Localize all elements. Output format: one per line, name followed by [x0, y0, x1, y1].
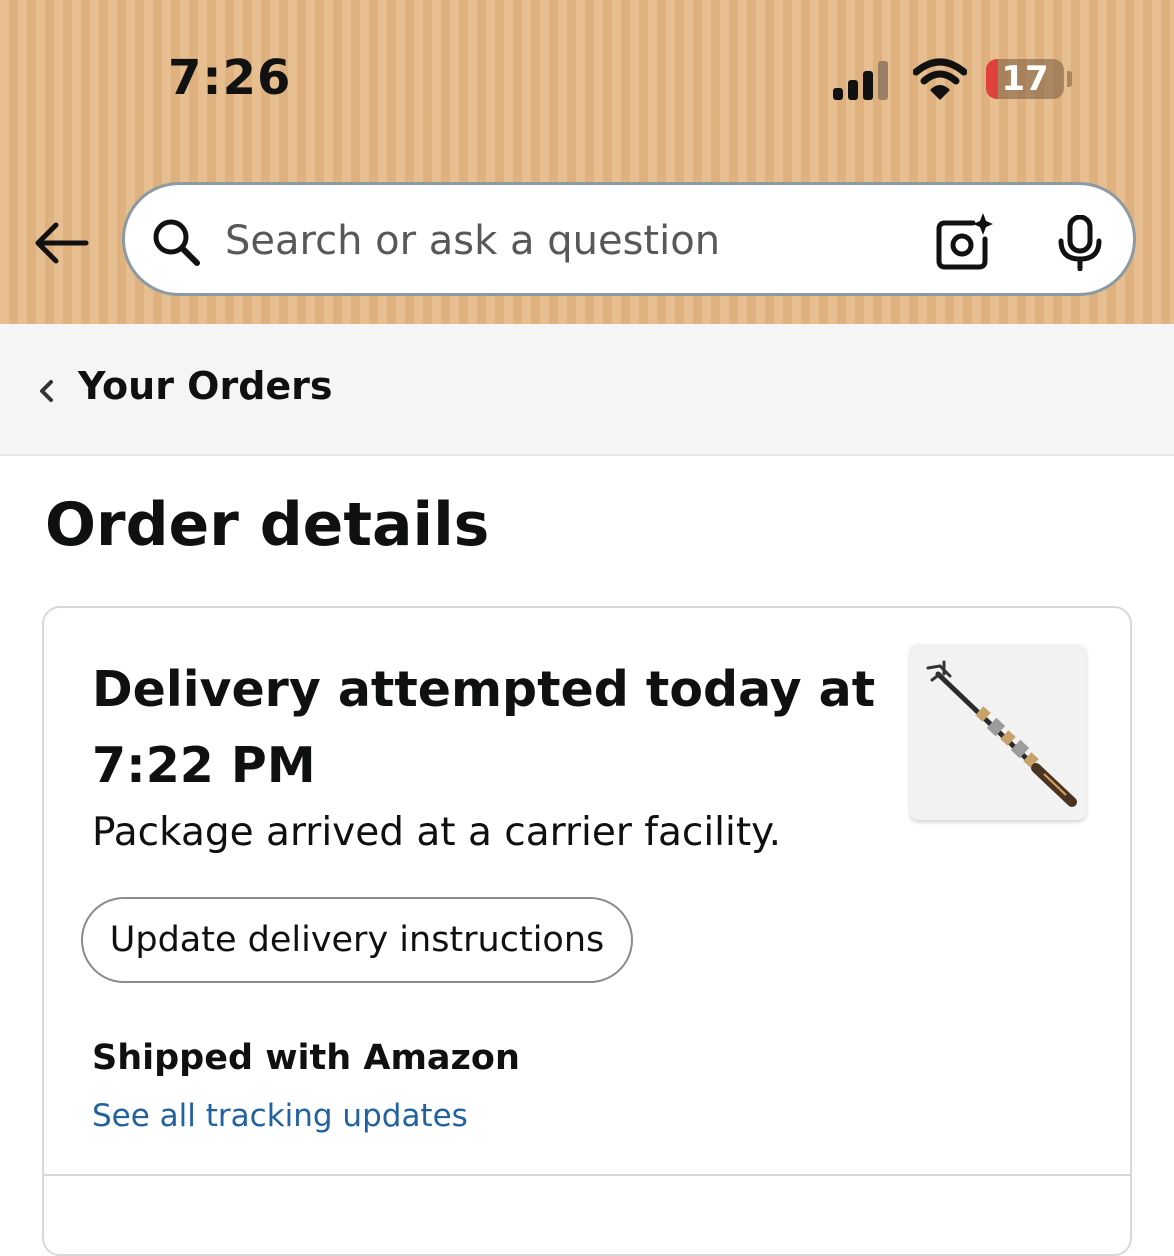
- delivery-status-detail: Package arrived at a carrier facility.: [92, 810, 782, 855]
- search-icon: [153, 219, 200, 266]
- product-thumbnail[interactable]: [910, 644, 1086, 820]
- shipped-with-label: Shipped with Amazon: [92, 1038, 520, 1078]
- cellular-signal-icon: [833, 61, 888, 100]
- app-header: 7:26 17: [0, 0, 1174, 324]
- search-input[interactable]: [225, 213, 905, 269]
- battery-indicator: 17: [986, 59, 1064, 99]
- page-title: Order details: [45, 490, 490, 560]
- breadcrumb-your-orders[interactable]: Your Orders: [0, 324, 1174, 456]
- back-arrow-icon[interactable]: [32, 220, 90, 266]
- card-divider: [44, 1174, 1130, 1176]
- status-bar-time: 7:26: [168, 50, 292, 106]
- camera-sparkle-icon[interactable]: [933, 211, 993, 271]
- microphone-icon[interactable]: [1055, 215, 1105, 271]
- battery-percent: 17: [1001, 59, 1049, 99]
- chevron-left-icon: [40, 380, 53, 402]
- see-all-tracking-updates-link[interactable]: See all tracking updates: [92, 1098, 468, 1134]
- fishing-rod-image: [926, 660, 1077, 807]
- order-status-card: Delivery attempted today at 7:22 PM Pack…: [42, 606, 1132, 1256]
- delivery-status-title: Delivery attempted today at 7:22 PM: [92, 661, 876, 794]
- battery-cap: [1067, 71, 1072, 87]
- breadcrumb-label: Your Orders: [78, 364, 333, 408]
- search-bar[interactable]: [122, 182, 1136, 296]
- wifi-icon: [913, 58, 967, 100]
- update-delivery-instructions-button[interactable]: Update delivery instructions: [81, 897, 633, 983]
